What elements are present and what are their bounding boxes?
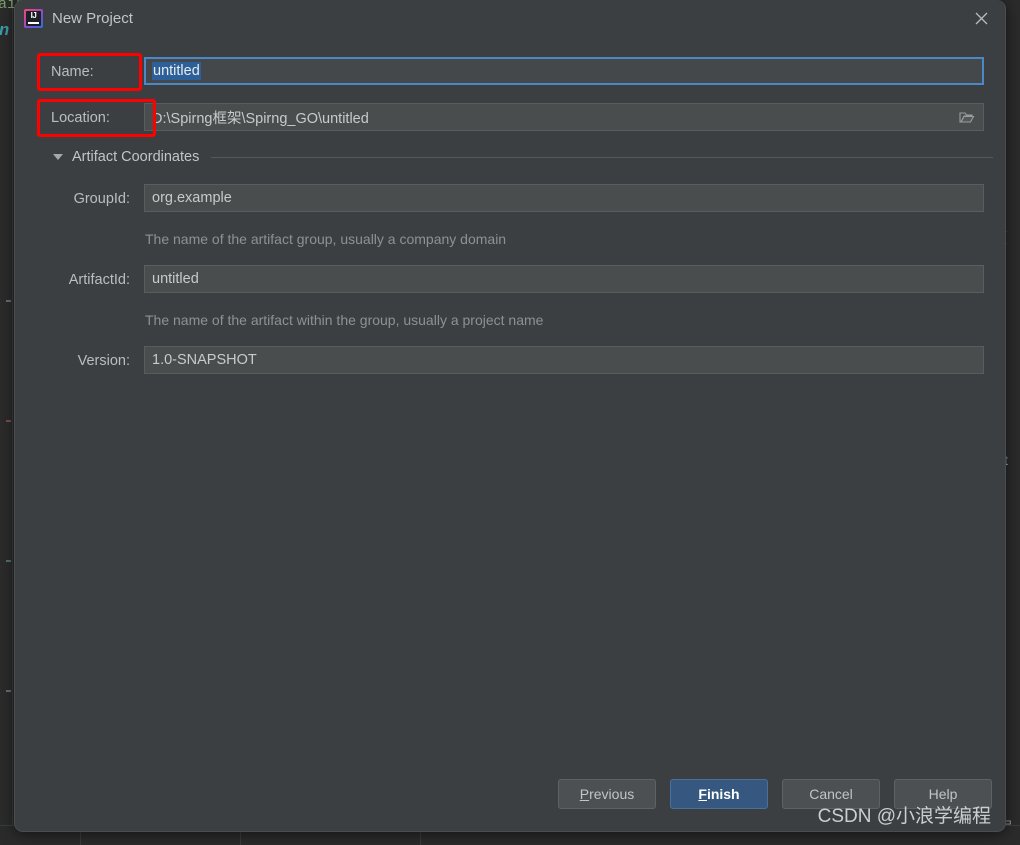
version-input-value: 1.0-SNAPSHOT <box>152 352 257 368</box>
dialog-title-bar: IJ New Project <box>15 0 1005 38</box>
location-input-value: D:\Spirng框架\Spirng_GO\untitled <box>152 110 369 127</box>
artifactid-label: ArtifactId: <box>68 272 130 288</box>
gutter-mark <box>6 690 11 692</box>
artifactid-input-value: untitled <box>152 271 199 287</box>
section-divider <box>211 156 993 158</box>
version-label: Version: <box>77 353 130 369</box>
location-input[interactable]: D:\Spirng框架\Spirng_GO\untitled <box>144 103 984 131</box>
artifact-coordinates-section-header[interactable]: Artifact Coordinates <box>53 149 993 165</box>
finish-button[interactable]: Finish <box>670 779 768 809</box>
close-glyph <box>975 12 988 25</box>
groupid-hint: The name of the artifact group, usually … <box>145 231 507 247</box>
location-label: Location: <box>51 110 110 126</box>
folder-open-icon[interactable] <box>953 106 981 128</box>
help-button-label: Help <box>928 786 958 802</box>
chevron-down-icon[interactable] <box>53 154 63 160</box>
groupid-input-value: org.example <box>152 190 232 206</box>
gutter-mark <box>6 420 11 422</box>
gutter-mark <box>6 560 11 562</box>
dialog-title: New Project <box>52 10 133 27</box>
finish-button-mnemonic: F <box>698 786 707 802</box>
gutter-mark <box>6 300 11 302</box>
previous-button[interactable]: Previous <box>558 779 656 809</box>
artifactid-hint: The name of the artifact within the grou… <box>145 312 544 328</box>
previous-button-label: revious <box>589 786 635 802</box>
editor-gutter-line <box>12 0 13 845</box>
close-icon[interactable] <box>965 4 999 34</box>
previous-button-mnemonic: P <box>579 786 590 802</box>
groupid-label: GroupId: <box>73 191 130 207</box>
name-input-value: untitled <box>152 62 201 80</box>
version-input[interactable]: 1.0-SNAPSHOT <box>144 346 984 374</box>
intellij-idea-icon: IJ <box>24 9 43 28</box>
name-input[interactable]: untitled <box>144 57 984 85</box>
finish-button-label: inish <box>706 786 740 802</box>
artifact-coordinates-title: Artifact Coordinates <box>72 149 200 165</box>
csdn-watermark: CSDN @小浪学编程 <box>817 806 991 827</box>
artifactid-input[interactable]: untitled <box>144 265 984 293</box>
new-project-dialog: IJ New Project Name: untitled Location: … <box>14 0 1006 832</box>
background-code-cyan: n <box>0 22 10 41</box>
folder-glyph <box>959 111 975 123</box>
name-label: Name: <box>51 64 94 80</box>
groupid-input[interactable]: org.example <box>144 184 984 212</box>
cancel-button-label: Cancel <box>809 786 853 802</box>
